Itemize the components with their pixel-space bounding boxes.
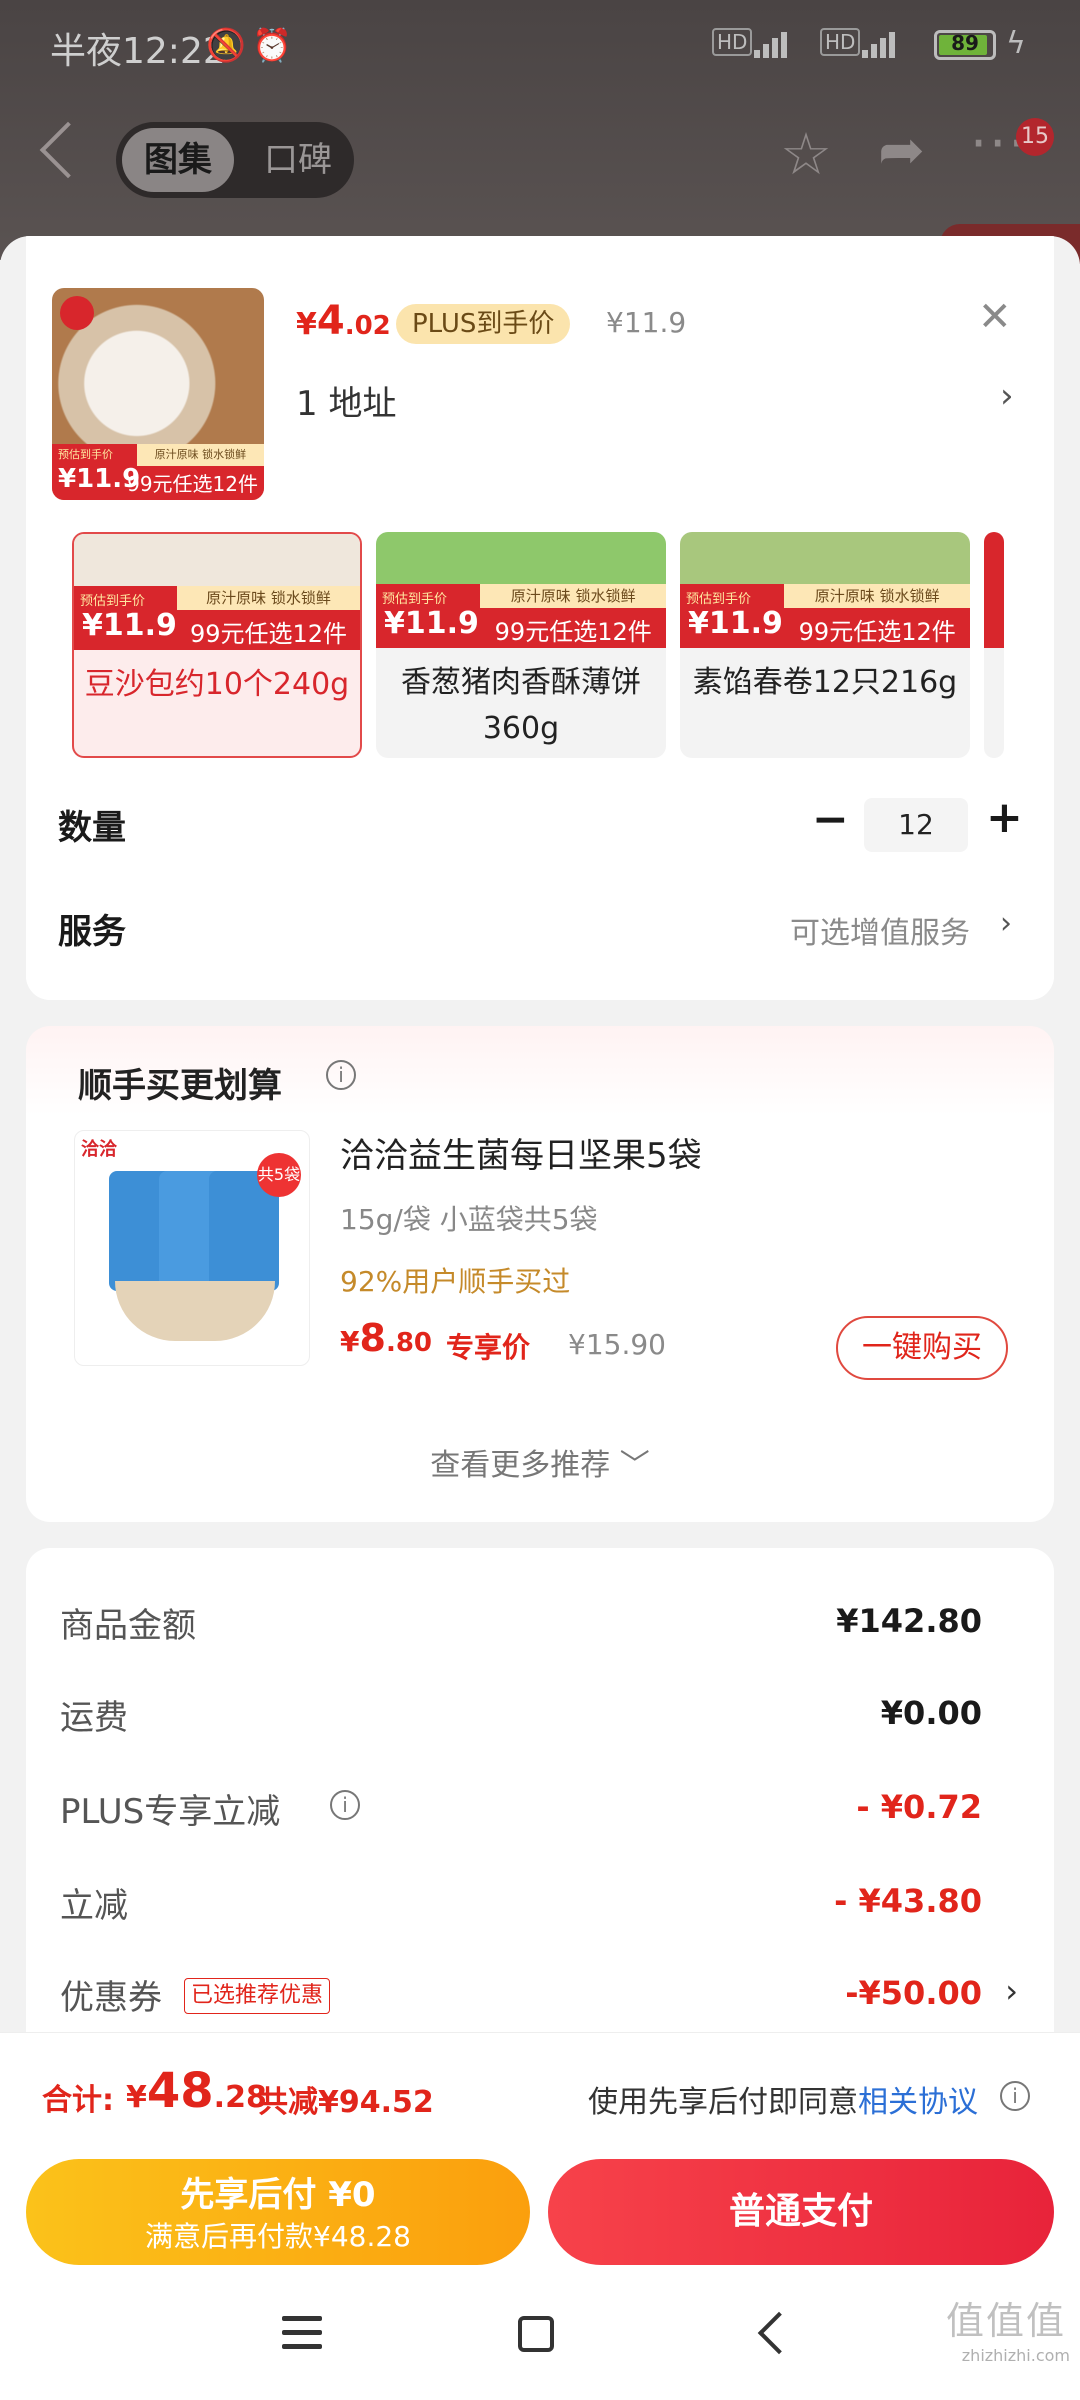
recommend-product-name[interactable]: 洽洽益生菌每日坚果5袋 [340,1128,702,1177]
product-thumbnail[interactable]: 预估到手价 原汁原味 锁水锁鲜 ¥11.9 99元任选12件 [52,288,264,500]
recommended-coupon-tag: 已选推荐优惠 [184,1978,331,2014]
nut-bowl [115,1281,275,1341]
top-nav: 图集 口碑 ☆ ➦ ··· 15 [0,110,1080,200]
chevron-down-icon: ﹀ [619,1448,650,1483]
watermark-url: zhizhizhi.com [961,2346,1070,2365]
variant-option[interactable]: 预估到手价 ¥11.9 原汁原味 锁水锁鲜 99元任选12件素馅春卷12只216g [680,532,970,758]
recommend-product-image[interactable]: 洽洽 共5袋 [74,1130,310,1366]
view-switcher: 图集 口碑 [116,122,354,198]
service-selector[interactable]: 可选增值服务 [790,908,970,952]
close-icon[interactable]: ✕ [978,294,1012,340]
info-icon[interactable]: i [1000,2081,1030,2111]
variant-option-partial[interactable] [984,532,1004,758]
watermark-logo: 值值值 [945,2299,1066,2343]
plus-price-tag: PLUS到手价 [396,304,571,344]
product-price: ¥4.02 [296,298,391,344]
original-price: ¥11.9 [606,306,687,339]
brand-logo: 洽洽 [81,1139,117,1160]
home-icon[interactable] [518,2316,554,2352]
status-bar: 半夜12:22 🔕 ⏰ HD HD 89 ϟ [0,0,1080,96]
recommend-product-spec: 15g/袋 小蓝袋共5袋 [340,1203,598,1236]
variant-name: 豆沙包约10个240g [84,667,350,702]
tab-gallery[interactable]: 图集 [122,128,234,192]
back-arrow-icon[interactable] [39,121,97,179]
quantity-decrease-button[interactable]: − [812,794,849,845]
favorite-star-icon[interactable]: ☆ [780,120,832,188]
one-click-buy-button[interactable]: 一键购买 [836,1316,1008,1380]
service-label: 服务 [58,912,126,952]
quantity-label: 数量 [58,808,126,848]
total-saved: 共减¥94.52 [258,2085,434,2120]
see-more-recommendations[interactable]: 查看更多推荐 ﹀ [26,1440,1054,1484]
signal-icon [862,28,895,58]
variant-option[interactable]: 预估到手价 ¥11.9 原汁原味 锁水锁鲜 99元任选12件豆沙包约10个240g [72,532,362,758]
recommend-social-proof: 92%用户顺手买过 [340,1265,571,1298]
chevron-right-icon[interactable]: › [1005,1972,1018,2010]
tab-reviews[interactable]: 口碑 [250,128,346,192]
variant-option[interactable]: 预估到手价 ¥11.9 原汁原味 锁水锁鲜 99元任选12件香葱猪肉香酥薄饼360g [376,532,666,758]
agreement-text: 使用先享后付即同意相关协议 [588,2085,978,2120]
recommend-old-price: ¥15.90 [568,1328,666,1361]
total-amount: ¥48.28 [126,2063,267,2119]
cost-row-coupon[interactable]: 优惠券 已选推荐优惠 -¥50.00 › [60,1970,1054,2030]
cost-row-shipping: 运费 ¥0.00 [60,1694,982,1738]
variant-promo: 预估到手价 ¥11.9 原汁原味 锁水锁鲜 99元任选12件 [680,584,970,648]
charging-icon: ϟ [1006,26,1026,61]
info-icon[interactable]: i [330,1790,360,1820]
pack-count-badge: 共5袋 [257,1153,301,1197]
cost-row-instant-discount: 立减 - ¥43.80 [60,1882,982,1926]
system-nav-bar [0,2280,1080,2400]
recommend-price: ¥8.80 [340,1316,432,1360]
pay-later-button[interactable]: 先享后付 ¥0 满意后再付款¥48.28 [26,2159,530,2265]
chevron-right-icon[interactable]: › [1000,906,1012,941]
chevron-right-icon[interactable]: › [1000,376,1014,416]
recommend-card: 顺手买更划算 i 洽洽 共5袋 洽洽益生菌每日坚果5袋 15g/袋 小蓝袋共5袋… [26,1026,1054,1522]
variant-image [680,532,970,584]
alarm-icon: ⏰ [252,26,292,64]
variant-name: 香葱猪肉香酥薄饼360g [401,665,641,746]
cost-row-goods: 商品金额 ¥142.80 [60,1602,982,1646]
signal-icon [754,28,787,58]
hd-icon: HD [820,28,861,56]
brand-logo-icon [60,296,94,330]
cost-row-plus-discount: PLUS专享立减 i - ¥0.72 [60,1788,982,1832]
status-time: 半夜12:22 [50,31,226,72]
recommend-title: 顺手买更划算 [78,1066,282,1106]
variant-name: 素馅春卷12只216g [692,665,958,700]
recent-apps-icon[interactable] [282,2316,322,2350]
normal-pay-button[interactable]: 普通支付 [548,2159,1054,2265]
info-icon[interactable]: i [326,1060,356,1090]
mute-icon: 🔕 [206,26,246,64]
exclusive-price-label: 专享价 [446,1331,531,1364]
variant-promo: 预估到手价 ¥11.9 原汁原味 锁水锁鲜 99元任选12件 [74,586,360,650]
variant-promo: 预估到手价 ¥11.9 原汁原味 锁水锁鲜 99元任选12件 [376,584,666,648]
system-back-icon[interactable] [757,2311,801,2355]
message-badge: 15 [1016,118,1054,156]
share-icon[interactable]: ➦ [878,118,925,183]
variant-image [376,532,666,584]
variant-image [74,534,360,586]
hd-icon: HD [712,28,753,56]
variant-list: 预估到手价 ¥11.9 原汁原味 锁水锁鲜 99元任选12件 豆沙包约10个240g 预估… [0,532,1080,762]
battery-icon: 89 [934,30,996,60]
quantity-increase-button[interactable]: + [986,792,1023,843]
agreement-link[interactable]: 相关协议 [858,2085,978,2120]
total-label: 合计: [42,2083,114,2118]
thumb-promo: 预估到手价 原汁原味 锁水锁鲜 ¥11.9 99元任选12件 [52,444,264,500]
quantity-input[interactable]: 12 [864,798,968,852]
address-selector[interactable]: 1 地址 [296,376,396,425]
